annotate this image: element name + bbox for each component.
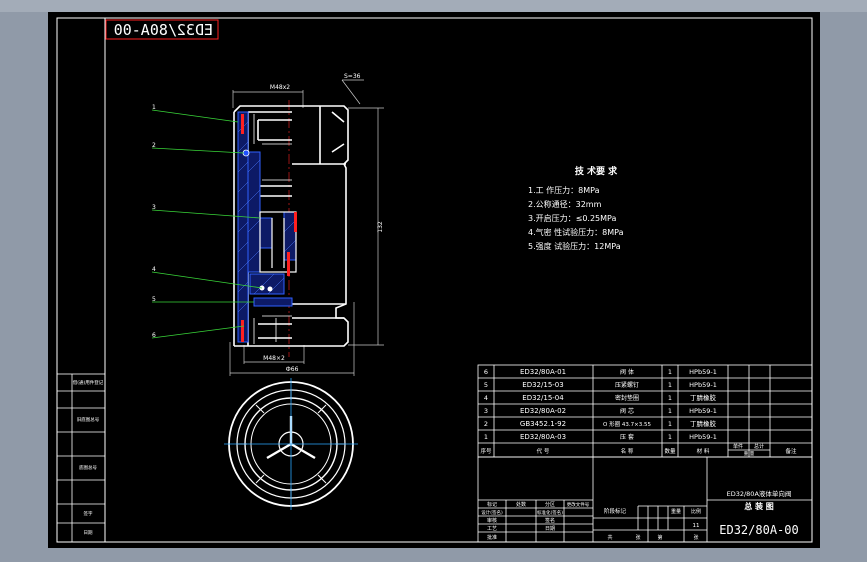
part-code: ED32/80A-01: [520, 368, 566, 376]
end-view[interactable]: [224, 378, 358, 510]
part-code: ED32/15-03: [522, 381, 563, 389]
mirrored-drawing-number: ED32/80A-00: [114, 21, 213, 39]
dim-height: 132: [377, 221, 384, 233]
part-code: ED32/80A-02: [520, 407, 566, 415]
tb-total: 共: [607, 534, 612, 541]
technical-requirements: 技 术要 求 1.工 作压力：8MPa 2.公称通径：32mm 3.开启压力：≤…: [528, 165, 624, 251]
part-qty: 1: [668, 433, 672, 441]
dim-top-thread: M48x2: [270, 84, 290, 91]
header-material: 材 料: [697, 447, 710, 455]
tb-design: 设计(签名): [481, 509, 503, 516]
part-code: ED32/15-04: [522, 394, 564, 402]
strip-label-4: 签字: [84, 510, 93, 517]
header-remark: 备注: [785, 447, 797, 455]
part-code: ED32/80A-03: [520, 433, 566, 441]
header-name: 名 称: [621, 447, 634, 455]
part-qty: 1: [668, 381, 672, 389]
tb-page-zhang: 张: [693, 534, 698, 541]
part-name: O 形圈 43.7×3.55: [603, 420, 651, 428]
drawing-frame: [56, 17, 813, 543]
part-seq: 1: [484, 433, 488, 441]
header-unit-weight: 单件: [733, 443, 743, 450]
callout-2: 2: [152, 142, 156, 149]
callout-6: 6: [152, 332, 156, 339]
window-top-band: [0, 0, 867, 12]
part-seq: 5: [484, 381, 488, 389]
part-material: HPb59-1: [689, 433, 717, 441]
tech-req-5: 5.强度 试验压力：12MPa: [528, 241, 621, 251]
strip-label-2: 旧底图总号: [77, 416, 100, 423]
callout-4: 4: [152, 266, 156, 273]
tb-sign: 签名: [545, 517, 555, 524]
strip-label-5: 日期: [84, 530, 93, 536]
part-seq: 6: [484, 368, 488, 376]
strip-label-3: 底图总号: [79, 464, 97, 471]
part-qty: 1: [668, 368, 672, 376]
tb-weight: 重量: [671, 508, 681, 515]
tech-req-4: 4.气密 性试验压力：8MPa: [528, 227, 624, 237]
part-material: 丁腈橡胶: [690, 419, 717, 428]
part-seq: 2: [484, 420, 488, 428]
tb-sheet-count: 11: [693, 523, 700, 529]
callout-5: 5: [152, 296, 156, 303]
tb-approve: 批准: [487, 534, 497, 541]
strip-label-1: 借(通)用件登记: [73, 379, 104, 386]
hatched-sections: [237, 111, 297, 343]
tb-standardization: 标准化(签名): [537, 509, 563, 516]
header-total-weight: 总计: [754, 443, 764, 450]
header-code: 代 号: [537, 447, 550, 455]
part-name: 压紧螺钉: [615, 381, 639, 389]
tb-count: 处数: [516, 501, 526, 508]
part-seq: 3: [484, 407, 488, 415]
left-strip-table: [56, 373, 106, 543]
part-qty: 1: [668, 407, 672, 415]
cad-canvas[interactable]: ED32/80A-00 借(通)用件登记 旧底图总号 底图总号 签字 日期 M4…: [48, 12, 820, 548]
callout-1: 1: [152, 104, 156, 111]
header-seq: 序号: [480, 447, 492, 455]
part-name: 密封垫圈: [615, 394, 639, 402]
part-material: HPb59-1: [689, 407, 717, 415]
tb-mark: 标记: [487, 501, 497, 508]
tech-req-title: 技 术要 求: [575, 165, 618, 177]
tb-zone: 分区: [545, 501, 555, 508]
tb-craft: 工艺: [487, 526, 497, 532]
tb-scale: 比例: [691, 508, 701, 515]
callout-3: 3: [152, 204, 156, 211]
tb-page: 第: [657, 534, 662, 541]
part-material: HPb59-1: [689, 368, 717, 376]
tb-date: 日期: [545, 526, 555, 532]
tech-req-2: 2.公称通径：32mm: [528, 199, 602, 209]
title-block: 标记 处数 分区 更改文件号 设计(签名) 标准化(签名) 审核 签名 工艺 日…: [477, 456, 813, 543]
dim-diameter: Ф66: [286, 366, 299, 373]
part-qty: 1: [668, 394, 672, 402]
dim-hex: S=36: [344, 73, 361, 80]
part-name: 压 套: [620, 433, 634, 441]
tech-req-1: 1.工 作压力：8MPa: [528, 185, 600, 195]
drawing-sheet[interactable]: ED32/80A-00 借(通)用件登记 旧底图总号 底图总号 签字 日期 M4…: [48, 12, 820, 548]
part-code: GB3452.1-92: [520, 420, 566, 428]
header-qty: 数量: [664, 447, 676, 455]
part-material: HPb59-1: [689, 381, 717, 389]
header-weight-label: 重 量: [744, 450, 755, 457]
tb-zhang: 张: [635, 534, 640, 541]
tb-change-doc: 更改文件号: [567, 501, 590, 508]
part-material: 丁腈橡胶: [690, 393, 717, 402]
parts-list: 6 ED32/80A-01 阀 体 1 HPb59-1 5 ED32/15-03…: [477, 364, 813, 458]
section-view[interactable]: M48x2 S=36 132 M48×2 Ф66 1 2 3 4 5 6: [151, 73, 384, 376]
part-qty: 1: [668, 420, 672, 428]
part-seq: 4: [484, 394, 488, 402]
tb-review: 审核: [487, 517, 497, 524]
tb-stage-mark: 阶段标记: [604, 507, 627, 515]
tech-req-3: 3.开启压力：≤0.25MPa: [528, 213, 617, 223]
drawing-number: ED32/80A-00: [719, 523, 798, 537]
dim-bottom-thread: M48×2: [263, 355, 285, 362]
part-name: 阀 芯: [620, 407, 634, 415]
part-name: 阀 体: [620, 368, 634, 376]
product-name: ED32/80A液体单向阀: [727, 489, 792, 498]
drawing-title: 总 装 图: [744, 501, 774, 511]
